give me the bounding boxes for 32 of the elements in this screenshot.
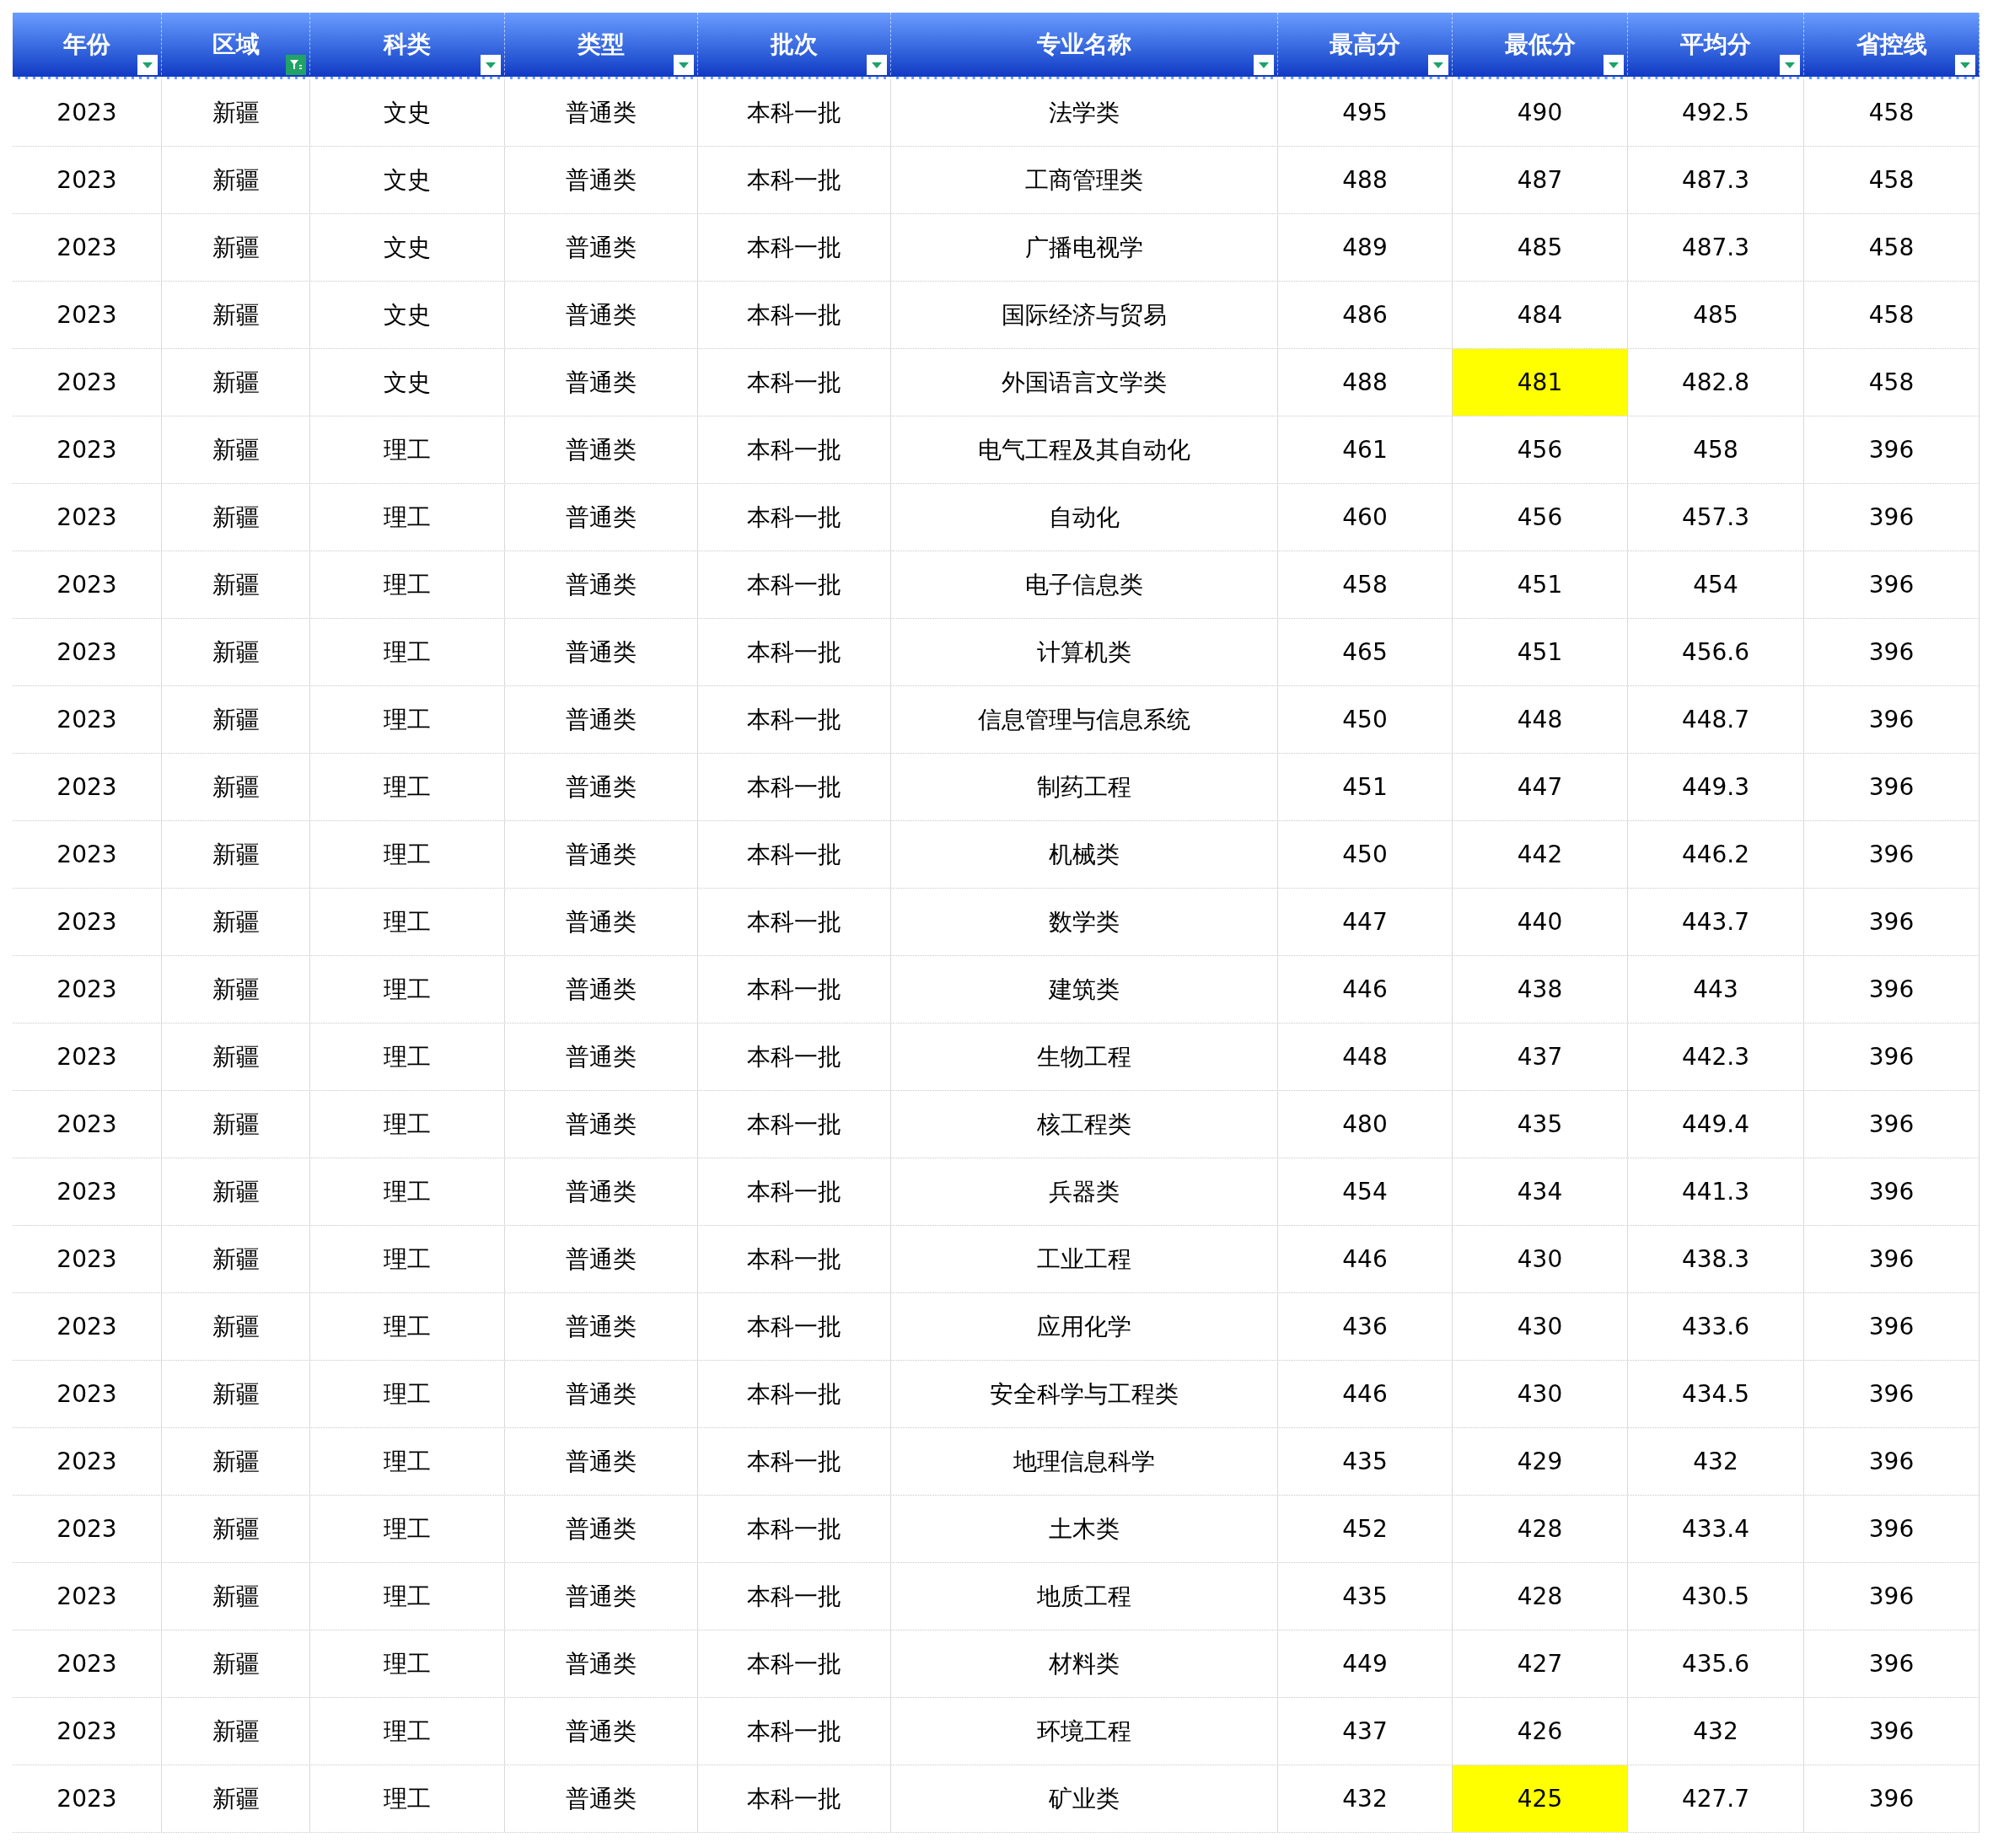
column-header-label: 最低分: [1504, 30, 1576, 60]
column-header-label: 省控线: [1856, 30, 1927, 60]
column-header-label: 科类: [384, 30, 431, 60]
column-header-label: 专业名称: [1037, 30, 1131, 60]
dropdown-icon: [1258, 61, 1270, 69]
filter-button[interactable]: [1780, 55, 1800, 75]
dropdown-icon: [142, 61, 153, 69]
dropdown-icon: [485, 61, 497, 69]
column-header-label: 最高分: [1330, 30, 1400, 60]
filter-button[interactable]: [481, 55, 501, 75]
column-header-label: 类型: [577, 30, 625, 60]
filter-button[interactable]: [137, 55, 158, 75]
filter-button[interactable]: [1428, 55, 1448, 75]
dropdown-icon: [1784, 61, 1796, 69]
column-header-label: 批次: [771, 30, 818, 60]
dropdown-icon: [871, 61, 883, 69]
filter-button[interactable]: [1604, 55, 1624, 75]
dropdown-icon: [678, 61, 690, 69]
filter-button[interactable]: [1955, 55, 1975, 75]
dropdown-icon: [1608, 61, 1620, 69]
filter-button[interactable]: [674, 55, 694, 75]
filter-button[interactable]: [286, 55, 306, 75]
column-header-label: 平均分: [1680, 30, 1751, 60]
column-header-label: 年份: [63, 30, 110, 60]
dropdown-icon: [1959, 61, 1971, 69]
filter-button[interactable]: [1254, 55, 1274, 75]
table-cell: 481: [1453, 349, 1628, 416]
table-cell: 425: [1453, 1765, 1628, 1832]
dropdown-icon: [1432, 61, 1444, 69]
filter-icon: [289, 58, 303, 72]
filter-button[interactable]: [867, 55, 887, 75]
column-header-label: 区域: [212, 30, 260, 60]
